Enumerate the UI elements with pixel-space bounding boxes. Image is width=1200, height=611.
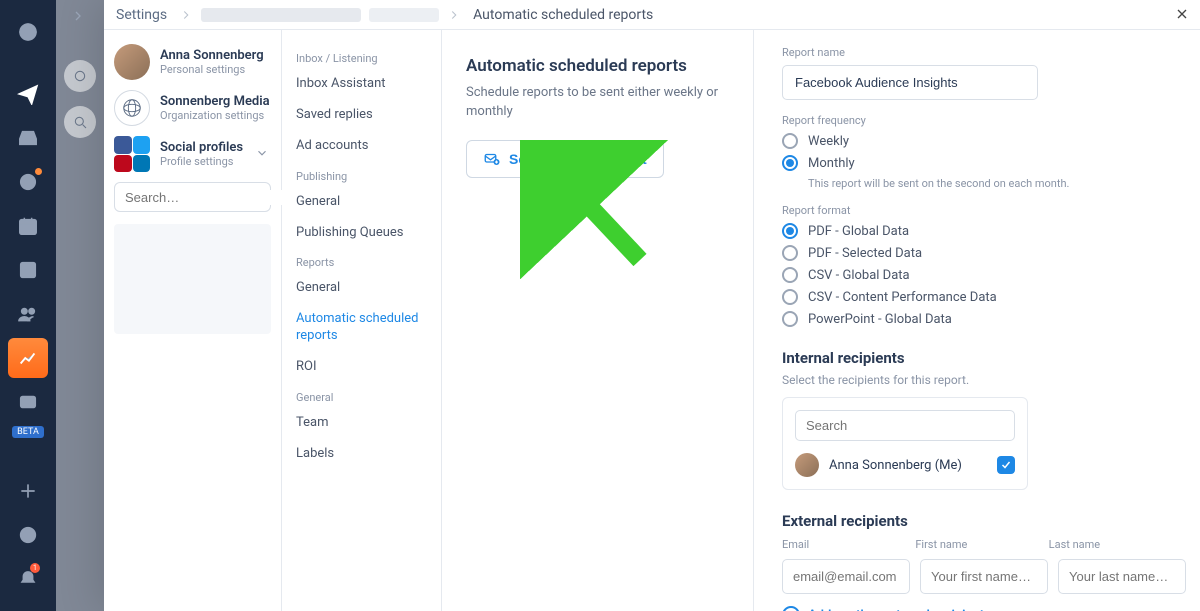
add-external-recipient[interactable]: + Add another external recipient	[782, 606, 1172, 611]
plus-circle-icon: +	[782, 606, 800, 611]
personal-settings-item[interactable]: Anna Sonnenberg Personal settings	[114, 44, 271, 80]
search-input[interactable]	[125, 190, 301, 205]
frequency-weekly[interactable]: Weekly	[782, 133, 1172, 149]
avatar	[795, 453, 819, 477]
beta-badge: BETA	[12, 426, 44, 438]
library-icon[interactable]	[8, 382, 48, 422]
org-logo-icon	[114, 90, 150, 126]
checkbox-checked-icon[interactable]	[997, 456, 1015, 474]
internal-recipients-title: Internal recipients	[782, 349, 1172, 367]
settings-nav-sidebar: Inbox / Listening Inbox Assistant Saved …	[282, 30, 442, 611]
tasks-icon[interactable]	[8, 250, 48, 290]
org-settings-item[interactable]: Sonnenberg Media Organization settings	[114, 90, 271, 126]
center-pane: Automatic scheduled reports Schedule rep…	[442, 30, 754, 611]
listening-icon[interactable]	[8, 162, 48, 202]
app-rail: BETA 1	[0, 0, 56, 611]
add-icon[interactable]	[8, 471, 48, 511]
nav-ad-accounts[interactable]: Ad accounts	[288, 131, 435, 162]
profile-list-placeholder	[114, 224, 271, 334]
breadcrumb-skeleton	[201, 8, 361, 22]
report-name-input[interactable]	[782, 65, 1038, 100]
nav-saved-replies[interactable]: Saved replies	[288, 100, 435, 131]
nav-general-team[interactable]: Team	[288, 408, 435, 439]
avatar	[114, 44, 150, 80]
format-pdf-global[interactable]: PDF - Global Data	[782, 223, 1172, 239]
frequency-label: Report frequency	[782, 114, 1172, 127]
radio-icon	[782, 155, 798, 171]
nav-reports-general[interactable]: General	[288, 273, 435, 304]
team-icon[interactable]	[8, 294, 48, 334]
report-name-label: Report name	[782, 46, 1172, 59]
frequency-monthly[interactable]: Monthly	[782, 155, 1172, 171]
reports-icon[interactable]	[8, 338, 48, 378]
social-tiles-icon	[114, 136, 150, 172]
breadcrumb-root[interactable]: Settings	[112, 7, 171, 23]
collapsed-search-icon	[64, 106, 96, 138]
format-label: Report format	[782, 204, 1172, 217]
profile-search[interactable]	[114, 182, 271, 212]
page-title: Automatic scheduled reports	[466, 56, 729, 76]
radio-icon	[782, 133, 798, 149]
notifications-icon[interactable]: 1	[8, 559, 48, 599]
recipient-search-input[interactable]	[795, 410, 1015, 441]
ext-lastname-input[interactable]	[1058, 559, 1186, 594]
internal-recipients-box: Anna Sonnenberg (Me)	[782, 397, 1028, 490]
nav-reports-automatic[interactable]: Automatic scheduled reports	[288, 304, 435, 352]
format-ppt-global[interactable]: PowerPoint - Global Data	[782, 311, 1172, 327]
format-pdf-selected[interactable]: PDF - Selected Data	[782, 245, 1172, 261]
recipient-row[interactable]: Anna Sonnenberg (Me)	[795, 453, 1015, 477]
nav-publishing-general[interactable]: General	[288, 187, 435, 218]
inbox-icon[interactable]	[8, 118, 48, 158]
publish-icon[interactable]	[8, 74, 48, 114]
nav-reports-roi[interactable]: ROI	[288, 352, 435, 383]
format-csv-global[interactable]: CSV - Global Data	[782, 267, 1172, 283]
close-icon[interactable]	[1174, 6, 1190, 26]
collapsed-icon	[64, 60, 96, 92]
settings-profiles-sidebar: Anna Sonnenberg Personal settings Sonnen…	[104, 30, 282, 611]
nav-inbox-assistant[interactable]: Inbox Assistant	[288, 69, 435, 100]
mail-plus-icon	[483, 150, 501, 168]
breadcrumb: Settings Automatic scheduled reports	[104, 0, 1200, 30]
external-recipients-title: External recipients	[782, 512, 1172, 530]
logo-icon[interactable]	[8, 12, 48, 52]
breadcrumb-page: Automatic scheduled reports	[469, 7, 657, 23]
calendar-icon[interactable]	[8, 206, 48, 246]
format-csv-content[interactable]: CSV - Content Performance Data	[782, 289, 1172, 305]
schedule-new-report-button[interactable]: Schedule new report	[466, 140, 664, 178]
nav-publishing-queues[interactable]: Publishing Queues	[288, 218, 435, 249]
settings-modal: Settings Automatic scheduled reports Ann…	[104, 0, 1200, 611]
chevron-right-icon	[447, 8, 461, 22]
chevron-right-icon	[179, 8, 193, 22]
social-profiles-item[interactable]: Social profiles Profile settings	[114, 136, 271, 172]
frequency-hint: This report will be sent on the second o…	[808, 177, 1172, 190]
form-pane: Report name Report frequency Weekly Mont…	[754, 30, 1200, 611]
collapse-chevron-icon[interactable]	[70, 8, 86, 28]
nav-general-labels[interactable]: Labels	[288, 439, 435, 470]
ext-firstname-input[interactable]	[920, 559, 1048, 594]
page-subtitle: Schedule reports to be sent either weekl…	[466, 84, 729, 122]
chevron-down-icon	[255, 145, 269, 164]
ext-email-input[interactable]	[782, 559, 910, 594]
help-icon[interactable]	[8, 515, 48, 555]
